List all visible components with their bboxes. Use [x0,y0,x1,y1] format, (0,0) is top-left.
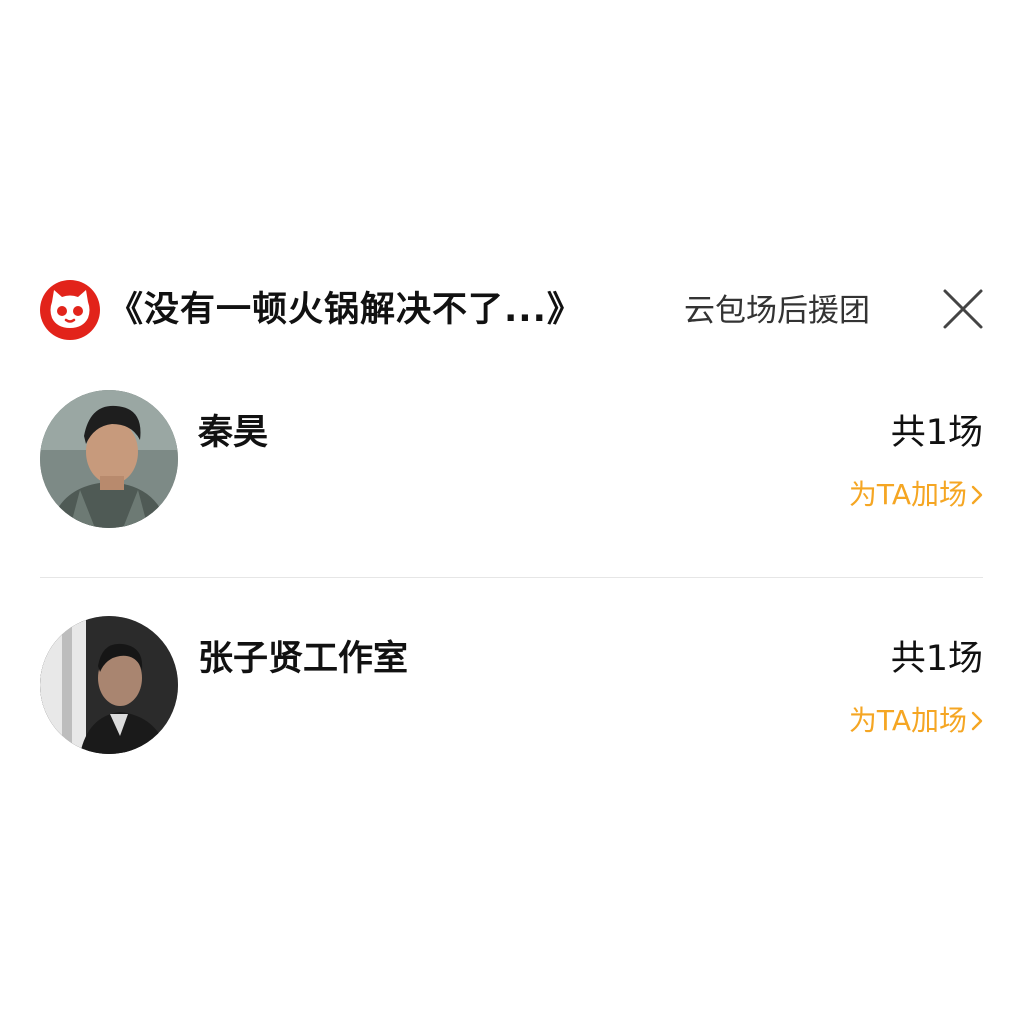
add-session-button[interactable]: 为TA加场 [849,476,983,514]
page-subtitle: 云包场后援团 [684,293,870,329]
list-item: 张子贤工作室 共1场 为TA加场 [40,616,983,756]
person-photo-icon [40,616,178,754]
close-icon[interactable] [940,286,986,332]
session-count: 共1场 [890,413,983,453]
person-photo-icon [40,390,178,528]
add-session-button[interactable]: 为TA加场 [849,702,983,740]
avatar[interactable] [40,390,178,528]
popup-header: 《没有一顿火锅解决不了...》 云包场后援团 [0,270,1023,350]
list-item: 秦昊 共1场 为TA加场 [40,390,983,530]
add-session-label: 为TA加场 [848,704,967,737]
chevron-right-icon [971,485,983,505]
supporter-name: 张子贤工作室 [198,639,409,679]
maoyan-cat-logo-icon [40,280,100,340]
page-title: 《没有一顿火锅解决不了...》 [108,290,583,330]
session-count: 共1场 [890,639,983,679]
add-session-label: 为TA加场 [848,478,967,511]
avatar[interactable] [40,616,178,754]
supporter-name: 秦昊 [198,413,269,453]
chevron-right-icon [971,711,983,731]
divider [40,577,983,578]
